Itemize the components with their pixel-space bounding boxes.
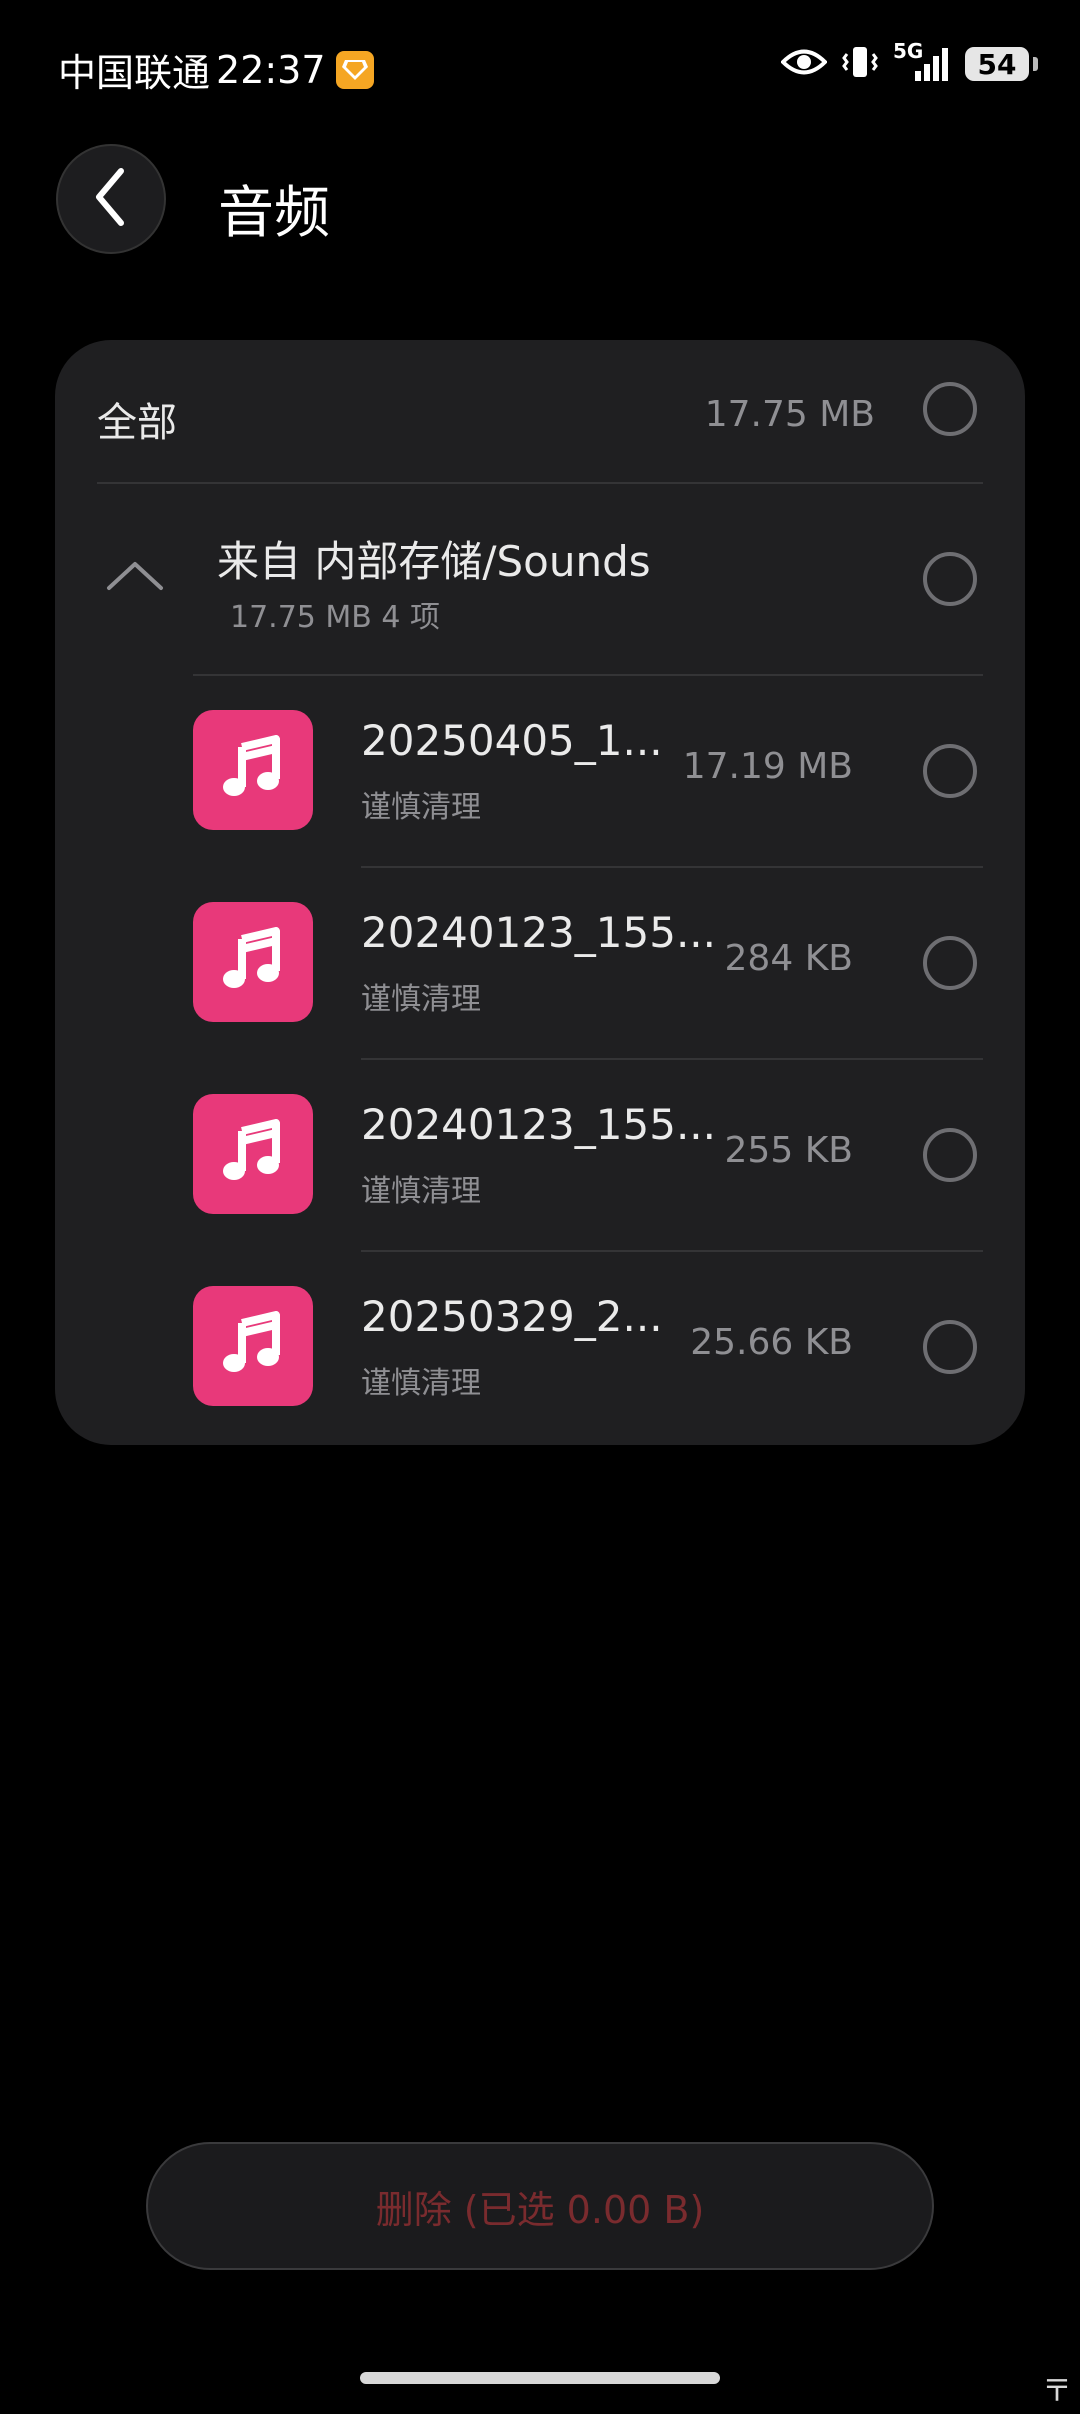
page-title: 音频 <box>218 181 330 246</box>
home-indicator[interactable] <box>360 2372 720 2384</box>
delete-button[interactable]: 删除 (已选 0.00 B) <box>146 2142 934 2270</box>
battery-indicator: 54 <box>965 47 1029 81</box>
file-row[interactable]: 20250329_2... 谨慎清理 25.66 KB <box>55 1252 1025 1442</box>
file-warning-tag: 谨慎清理 <box>361 1174 481 1209</box>
file-name: 20240123_155... <box>361 908 716 957</box>
file-name: 20250405_1... <box>361 716 663 765</box>
music-note-icon <box>220 735 286 805</box>
group-header-row[interactable]: 来自 内部存储/Sounds 17.75 MB 4 项 <box>55 484 1025 674</box>
audio-file-thumbnail <box>193 902 313 1022</box>
clock: 22:37 <box>216 47 326 92</box>
audio-files-card: 全部 17.75 MB 来自 内部存储/Sounds 17.75 MB 4 项 … <box>55 340 1025 1445</box>
audio-file-thumbnail <box>193 1286 313 1406</box>
audio-file-thumbnail <box>193 710 313 830</box>
select-all-size: 17.75 MB <box>704 394 875 435</box>
file-row[interactable]: 20240123_155... 谨慎清理 284 KB <box>55 868 1025 1058</box>
shop-notification-icon <box>335 50 374 89</box>
file-row[interactable]: 20250405_1... 谨慎清理 17.19 MB <box>55 676 1025 866</box>
select-all-label: 全部 <box>97 400 177 446</box>
file-name: 20240123_155... <box>361 1100 716 1149</box>
select-all-checkbox[interactable] <box>923 382 977 436</box>
select-all-row[interactable]: 全部 17.75 MB <box>55 340 1025 482</box>
file-size: 17.19 MB <box>682 746 853 787</box>
file-warning-tag: 谨慎清理 <box>361 1366 481 1401</box>
file-checkbox[interactable] <box>923 1320 977 1374</box>
group-title: 来自 内部存储/Sounds <box>217 537 651 586</box>
file-warning-tag: 谨慎清理 <box>361 790 481 825</box>
music-note-icon <box>220 1119 286 1189</box>
signal-icon: 5G <box>893 39 951 83</box>
status-bar-left: 中国联通 22:37 <box>58 42 374 97</box>
file-row[interactable]: 20240123_155... 谨慎清理 255 KB <box>55 1060 1025 1250</box>
file-checkbox[interactable] <box>923 744 977 798</box>
corner-glyph: 〒 <box>1042 2374 1072 2409</box>
eye-icon <box>780 47 828 81</box>
group-checkbox[interactable] <box>923 552 977 606</box>
carrier-name: 中国联通 <box>58 51 211 95</box>
file-warning-tag: 谨慎清理 <box>361 982 481 1017</box>
file-size: 284 KB <box>724 938 853 979</box>
status-bar-right: 5G 54 <box>780 39 1038 84</box>
vibrate-icon <box>841 44 879 84</box>
chevron-left-icon <box>91 167 131 231</box>
battery-tip <box>1033 57 1038 71</box>
music-note-icon <box>220 927 286 997</box>
audio-file-thumbnail <box>193 1094 313 1214</box>
file-name: 20250329_2... <box>361 1292 663 1341</box>
back-button[interactable] <box>56 144 166 254</box>
music-note-icon <box>220 1311 286 1381</box>
file-checkbox[interactable] <box>923 936 977 990</box>
group-summary: 17.75 MB 4 项 <box>230 600 441 635</box>
file-checkbox[interactable] <box>923 1128 977 1182</box>
delete-button-label: 删除 (已选 0.00 B) <box>375 2187 705 2232</box>
file-size: 255 KB <box>724 1130 853 1171</box>
file-size: 25.66 KB <box>690 1322 853 1363</box>
chevron-up-icon[interactable] <box>105 558 165 596</box>
